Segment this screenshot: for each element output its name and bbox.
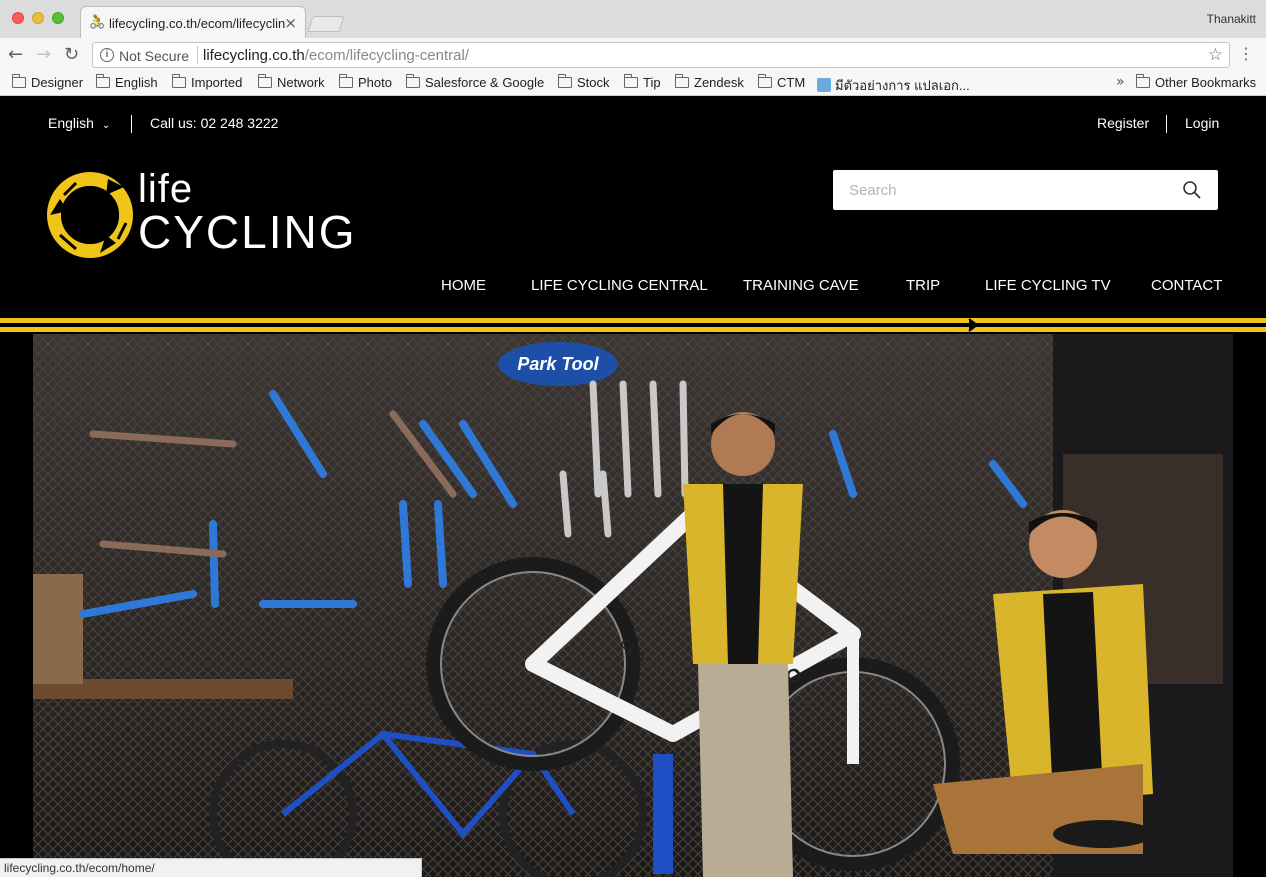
address-bar[interactable]: i Not Secure lifecycling.co.th/ecom/life… bbox=[92, 42, 1230, 68]
profile-name[interactable]: Thanakitt bbox=[1207, 12, 1256, 26]
bookmark-photo[interactable]: Photo bbox=[339, 74, 392, 90]
hero-image-bike-workshop: Park Tool CLD bbox=[33, 334, 1233, 877]
bookmark-label: Salesforce & Google bbox=[425, 75, 545, 90]
site-favicon-icon bbox=[817, 78, 831, 92]
folder-icon bbox=[558, 74, 572, 88]
park-tool-logo: Park Tool bbox=[498, 342, 618, 386]
workshop-illustration: Park Tool CLD bbox=[33, 334, 1233, 877]
language-selector[interactable]: English ⌄ bbox=[48, 115, 110, 131]
folder-icon bbox=[624, 74, 638, 88]
browser-toolbar: ← → ↻ i Not Secure lifecycling.co.th/eco… bbox=[0, 38, 1266, 72]
close-tab-icon[interactable]: × bbox=[284, 14, 297, 32]
security-label[interactable]: Not Secure bbox=[119, 48, 189, 64]
forward-arrow-icon[interactable]: → bbox=[36, 44, 51, 65]
bookmark-label: Photo bbox=[358, 75, 392, 90]
info-icon[interactable]: i bbox=[100, 48, 114, 62]
bookmark-star-icon[interactable]: ☆ bbox=[1208, 45, 1223, 65]
close-window-button[interactable] bbox=[12, 12, 24, 24]
chevron-right-icon bbox=[968, 318, 979, 332]
bookmark-zendesk[interactable]: Zendesk bbox=[675, 74, 744, 90]
bookmark-stock[interactable]: Stock bbox=[558, 74, 610, 90]
nav-training-cave[interactable]: TRAINING CAVE bbox=[743, 277, 859, 294]
folder-icon bbox=[258, 74, 272, 88]
folder-icon bbox=[1136, 74, 1150, 88]
bookmark-thai-translation[interactable]: มีตัวอย่างการ แปลเอก... bbox=[817, 75, 970, 96]
cyclist-icon: 🚴 bbox=[89, 15, 106, 30]
register-link[interactable]: Register bbox=[1097, 115, 1149, 131]
search-icon[interactable] bbox=[1182, 180, 1202, 200]
browser-tab-active[interactable]: 🚴 lifecycling.co.th/ecom/lifecycling-cen… bbox=[80, 6, 306, 38]
maximize-window-button[interactable] bbox=[52, 12, 64, 24]
park-tool-text: Park Tool bbox=[517, 354, 599, 374]
nav-home[interactable]: HOME bbox=[441, 277, 486, 294]
language-label: English bbox=[48, 115, 94, 131]
nav-life-cycling-tv[interactable]: LIFE CYCLING TV bbox=[985, 277, 1111, 294]
site-logo[interactable]: life CYCLING bbox=[46, 167, 354, 259]
topbar-divider bbox=[1166, 115, 1167, 133]
nav-life-cycling-central[interactable]: LIFE CYCLING CENTRAL bbox=[531, 277, 708, 294]
folder-icon bbox=[172, 74, 186, 88]
bookmarks-bar: Designer English Imported Network Photo … bbox=[0, 72, 1266, 96]
login-link[interactable]: Login bbox=[1185, 115, 1219, 131]
bookmark-label: Designer bbox=[31, 75, 84, 90]
bookmark-label: Stock bbox=[577, 75, 610, 90]
site-page: English ⌄ Call us: 02 248 3222 Register L… bbox=[0, 97, 1266, 877]
bookmark-label: Zendesk bbox=[694, 75, 744, 90]
folder-icon bbox=[675, 74, 689, 88]
bookmark-ctm[interactable]: CTM bbox=[758, 74, 806, 90]
nav-trip[interactable]: TRIP bbox=[906, 277, 940, 294]
search-box bbox=[833, 170, 1218, 210]
cycle-arrows-logo-icon bbox=[47, 172, 133, 258]
folder-icon bbox=[339, 74, 353, 88]
bookmark-other[interactable]: Other Bookmarks bbox=[1136, 74, 1257, 90]
bookmarks-overflow-icon[interactable]: » bbox=[1116, 74, 1125, 90]
folder-icon bbox=[406, 74, 420, 88]
url-path: /ecom/lifecycling-central/ bbox=[304, 47, 469, 64]
new-tab-button[interactable] bbox=[307, 16, 345, 32]
yellow-stripe-divider bbox=[0, 317, 1266, 333]
bookmark-tip[interactable]: Tip bbox=[624, 74, 661, 90]
bookmark-label: CTM bbox=[777, 75, 806, 90]
topbar-divider bbox=[131, 115, 132, 133]
main-navigation: HOME LIFE CYCLING CENTRAL TRAINING CAVE … bbox=[0, 275, 1266, 299]
site-top-bar: English ⌄ Call us: 02 248 3222 Register L… bbox=[0, 97, 1266, 149]
folder-icon bbox=[96, 74, 110, 88]
bookmark-imported[interactable]: Imported bbox=[172, 74, 243, 90]
nav-contact[interactable]: CONTACT bbox=[1151, 277, 1222, 294]
bookmark-label: Imported bbox=[191, 75, 243, 90]
bookmark-label: มีตัวอย่างการ แปลเอก... bbox=[835, 78, 970, 93]
tab-title: lifecycling.co.th/ecom/lifecycling-centr… bbox=[109, 16, 285, 31]
url-domain: lifecycling.co.th bbox=[203, 47, 305, 64]
logo-word-cycling: CYCLING bbox=[138, 206, 357, 258]
back-arrow-icon[interactable]: ← bbox=[8, 44, 23, 65]
folder-icon bbox=[12, 74, 26, 88]
folder-icon bbox=[758, 74, 772, 88]
bookmark-label: English bbox=[115, 75, 158, 90]
bookmark-english[interactable]: English bbox=[96, 74, 158, 90]
url-text[interactable]: lifecycling.co.th/ecom/lifecycling-centr… bbox=[203, 47, 469, 64]
bookmark-label: Other Bookmarks bbox=[1155, 75, 1257, 90]
minimize-window-button[interactable] bbox=[32, 12, 44, 24]
browser-menu-icon[interactable]: ⋮ bbox=[1238, 44, 1254, 63]
reload-icon[interactable]: ↻ bbox=[64, 44, 79, 65]
status-bar-url: lifecycling.co.th/ecom/home/ bbox=[0, 858, 422, 877]
bookmark-salesforce-google[interactable]: Salesforce & Google bbox=[406, 74, 545, 90]
bookmark-label: Network bbox=[277, 75, 325, 90]
address-divider bbox=[197, 46, 198, 64]
call-us-text: Call us: 02 248 3222 bbox=[150, 115, 279, 131]
bookmark-label: Tip bbox=[643, 75, 661, 90]
bookmark-network[interactable]: Network bbox=[258, 74, 325, 90]
bookmark-designer[interactable]: Designer bbox=[12, 74, 84, 90]
browser-tab-bar: 🚴 lifecycling.co.th/ecom/lifecycling-cen… bbox=[0, 0, 1266, 38]
stripe-line bbox=[0, 327, 1266, 332]
stripe-line bbox=[0, 318, 1266, 323]
chevron-down-icon: ⌄ bbox=[101, 120, 111, 131]
search-input[interactable] bbox=[833, 170, 1173, 210]
